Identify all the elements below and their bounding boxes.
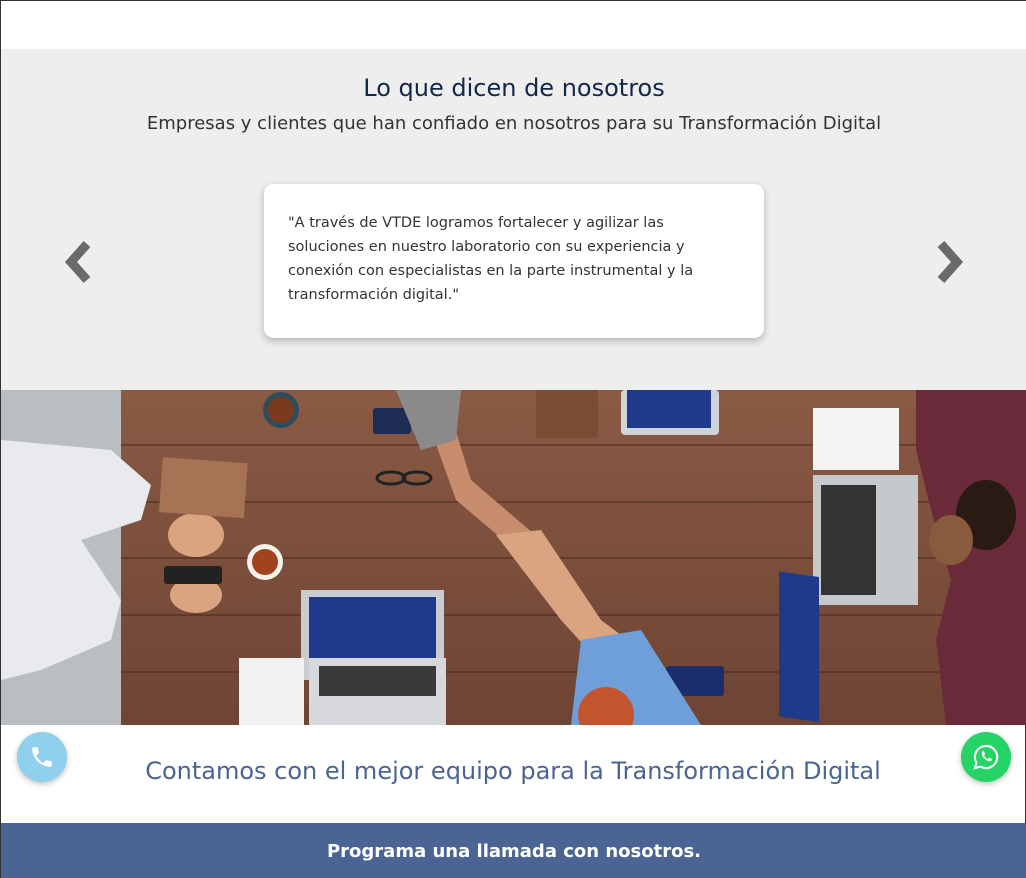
phone-icon — [32, 747, 52, 767]
testimonial-card: "A través de VTDE logramos fortalecer y … — [264, 184, 764, 338]
schedule-call-label: Programa una llamada con nosotros. — [326, 840, 702, 862]
team-meeting-photo — [1, 390, 1026, 725]
meeting-illustration — [1, 390, 1026, 725]
testimonials-title: Lo que dicen de nosotros — [363, 74, 665, 102]
whatsapp-icon — [973, 744, 999, 770]
chevron-right-icon — [937, 241, 964, 283]
chevron-left-icon — [64, 241, 91, 283]
whatsapp-button[interactable] — [961, 732, 1011, 782]
carousel-prev-button[interactable] — [63, 239, 95, 285]
schedule-call-bar[interactable]: Programa una llamada con nosotros. — [1, 823, 1026, 878]
top-spacer — [1, 1, 1026, 49]
testimonials-subtitle: Empresas y clientes que han confiado en … — [146, 113, 882, 134]
team-title: Contamos con el mejor equipo para la Tra… — [145, 757, 881, 785]
carousel-next-button[interactable] — [933, 239, 965, 285]
call-button[interactable] — [17, 732, 67, 782]
testimonial-quote: "A través de VTDE logramos fortalecer y … — [288, 215, 694, 303]
testimonials-section: Lo que dicen de nosotros Empresas y clie… — [1, 49, 1026, 390]
